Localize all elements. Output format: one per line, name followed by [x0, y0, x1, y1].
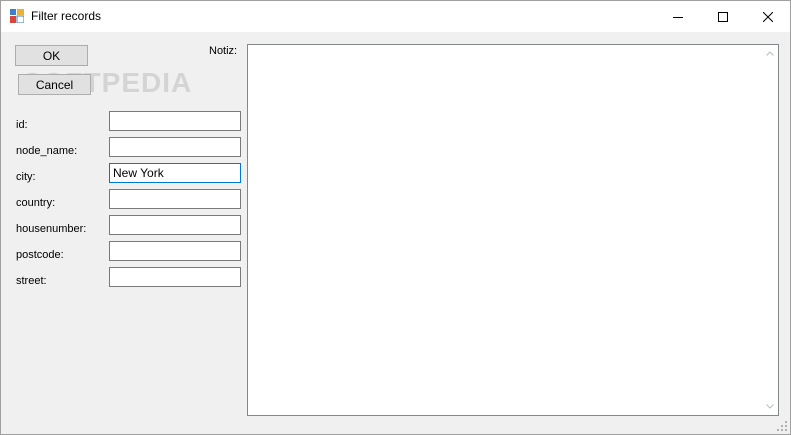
app-icon: [10, 9, 24, 23]
postcode-field[interactable]: [109, 241, 241, 261]
notiz-label: Notiz:: [209, 45, 238, 57]
maximize-icon: [718, 11, 728, 22]
chevron-down-icon: [765, 404, 774, 409]
notiz-scrollbar[interactable]: [761, 45, 778, 415]
node-name-label: node_name:: [16, 145, 78, 157]
city-field[interactable]: New York: [109, 163, 241, 183]
postcode-label: postcode:: [16, 249, 64, 261]
cancel-button[interactable]: Cancel: [18, 74, 91, 95]
node-name-field[interactable]: [109, 137, 241, 157]
street-field[interactable]: [109, 267, 241, 287]
notiz-textarea[interactable]: [247, 44, 779, 416]
minimize-button[interactable]: [655, 1, 701, 32]
housenumber-label: housenumber:: [16, 223, 87, 235]
scroll-up-button[interactable]: [761, 45, 778, 62]
ok-button[interactable]: OK: [15, 45, 88, 66]
housenumber-field[interactable]: [109, 215, 241, 235]
window-title: Filter records: [31, 9, 102, 23]
scroll-down-button[interactable]: [761, 398, 778, 415]
country-field[interactable]: [109, 189, 241, 209]
id-field[interactable]: [109, 111, 241, 131]
chevron-up-icon: [765, 51, 774, 56]
filter-records-window: Filter records OK SOFTPEDIA Cancel id: n…: [0, 0, 791, 435]
id-label: id:: [16, 119, 28, 131]
maximize-button[interactable]: [700, 1, 746, 32]
street-label: street:: [16, 275, 47, 287]
minimize-icon: [673, 16, 683, 18]
close-icon: [763, 11, 773, 22]
close-button[interactable]: [745, 1, 791, 32]
title-bar[interactable]: Filter records: [1, 1, 790, 32]
city-label: city:: [16, 171, 36, 183]
resize-grip-icon[interactable]: [776, 420, 788, 432]
country-label: country:: [16, 197, 56, 209]
